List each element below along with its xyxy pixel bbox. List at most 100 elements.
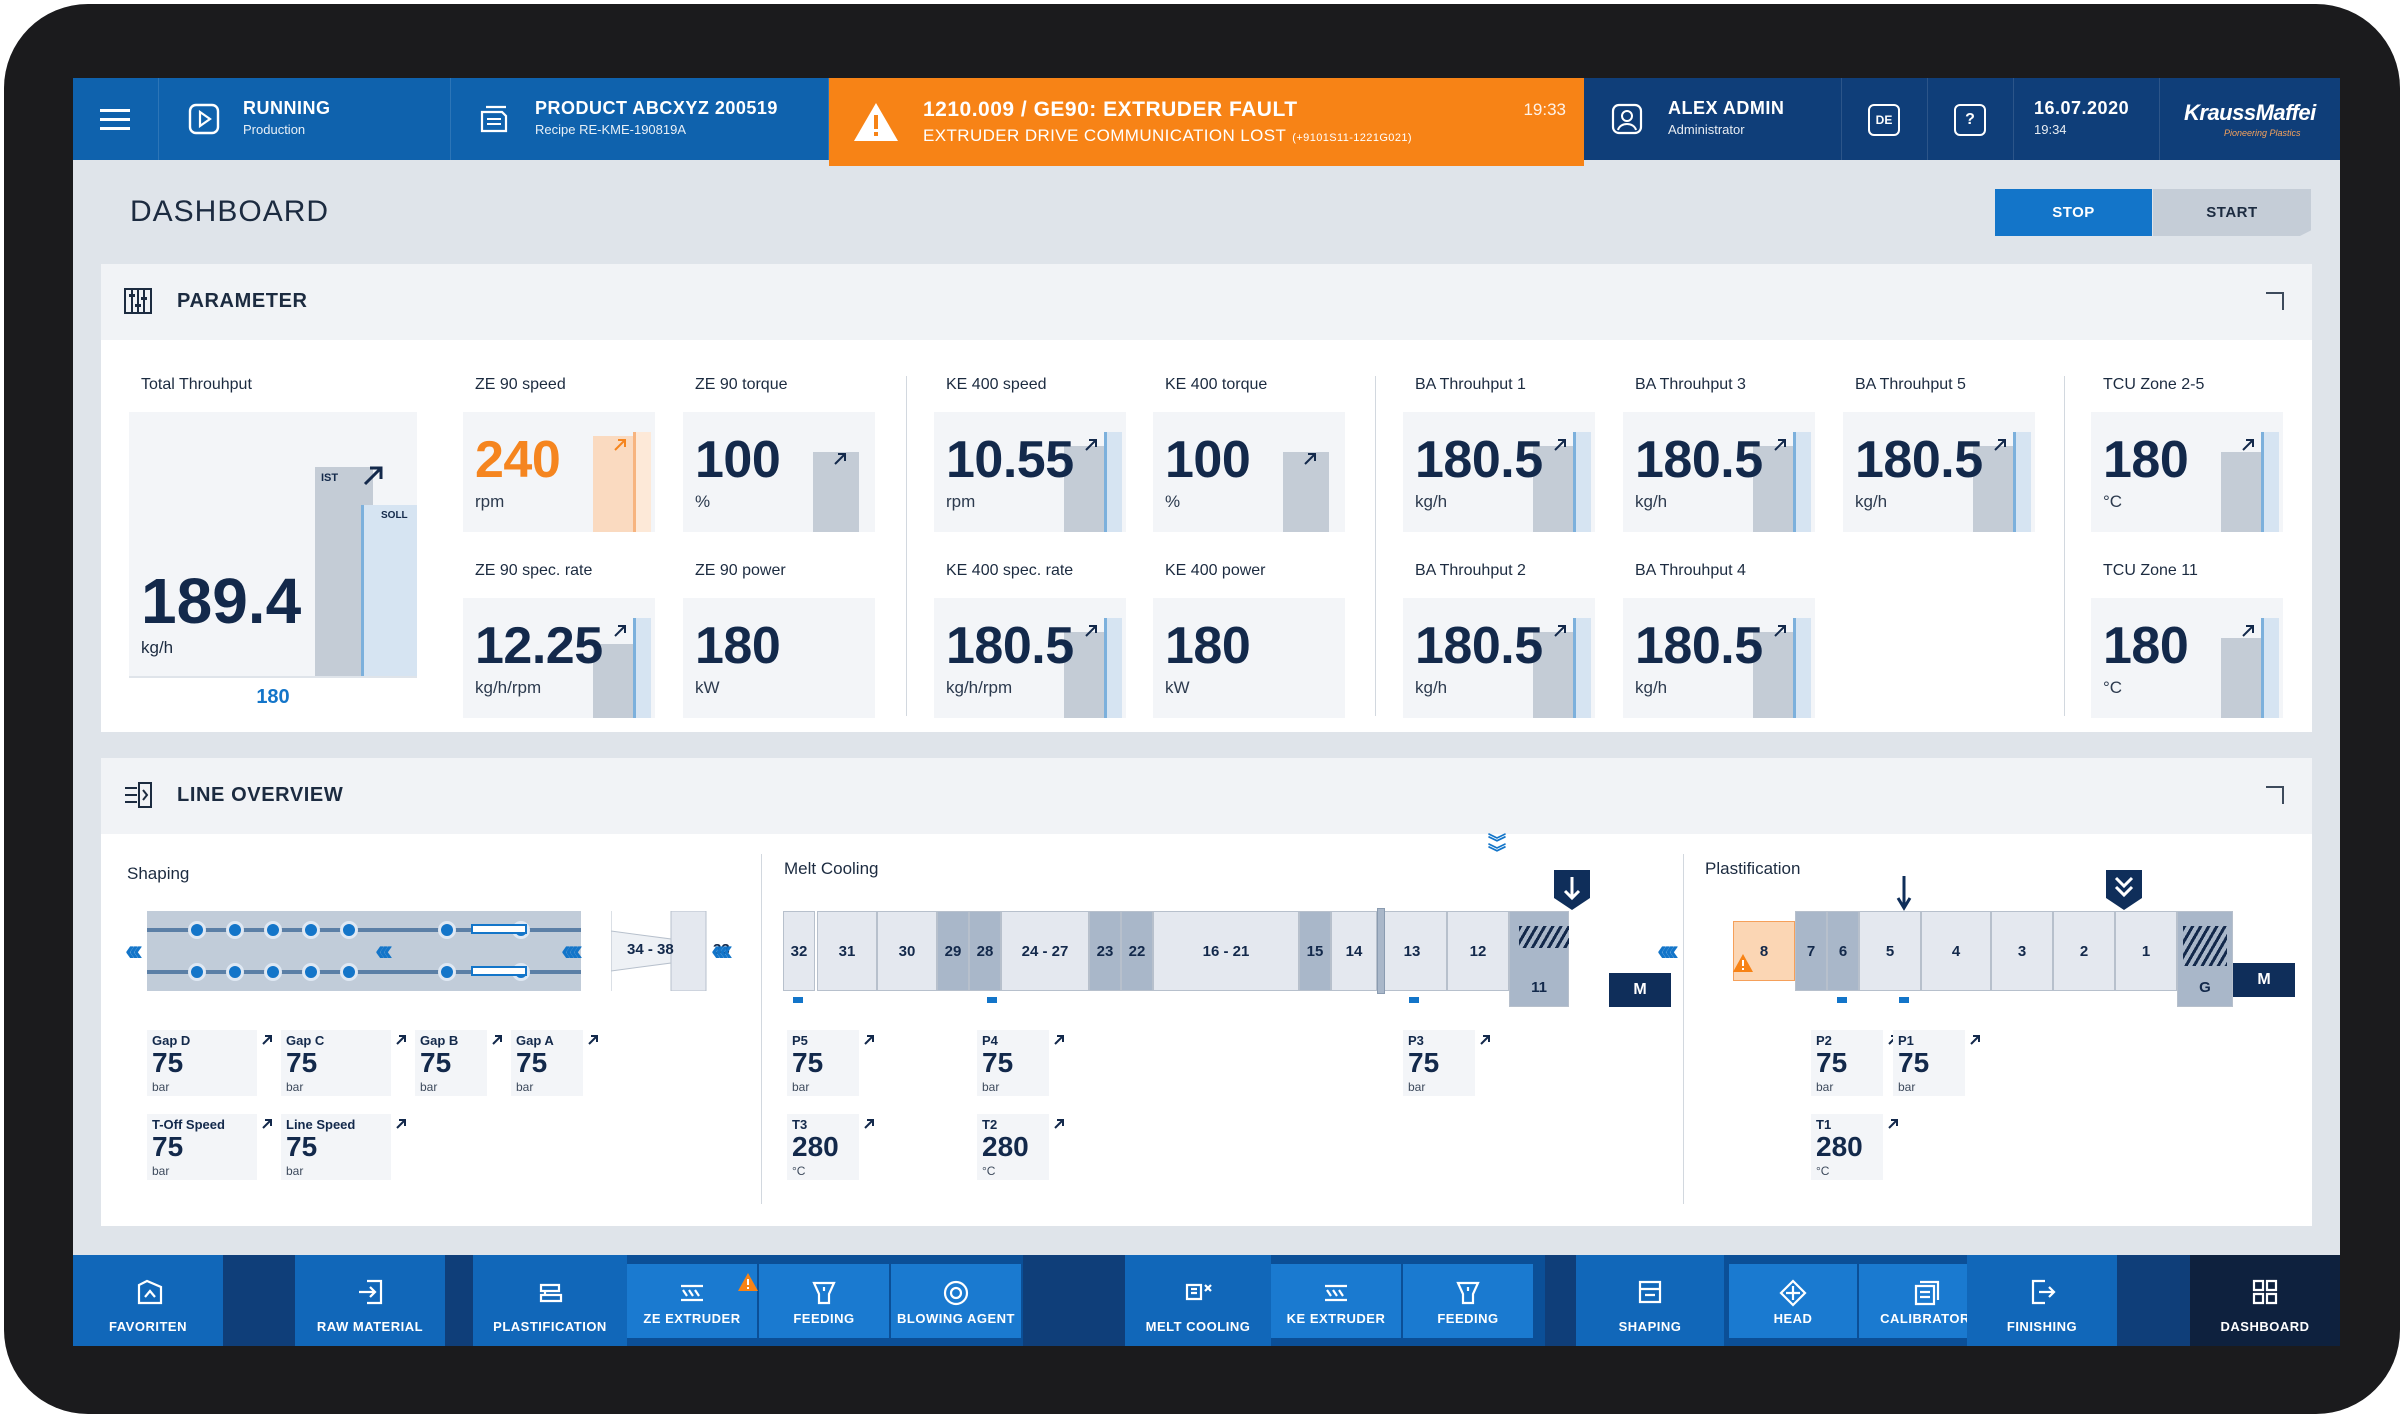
value-unit: bar: [1408, 1080, 1426, 1094]
zone-12[interactable]: 12: [1447, 911, 1509, 991]
zone-3[interactable]: 3: [1991, 911, 2053, 991]
nav-melt-cooling[interactable]: MELT COOLING: [1125, 1255, 1271, 1346]
total-throughput-tile[interactable]: IST SOLL 189.4 kg/h 180: [129, 412, 417, 716]
expand-icon[interactable]: [2266, 786, 2284, 804]
value-tile-gap-d[interactable]: Gap D 75 bar: [147, 1030, 272, 1096]
nav-raw-material[interactable]: RAW MATERIAL: [295, 1255, 445, 1346]
parameter-tile[interactable]: 180.5 kg/h: [1843, 412, 2035, 532]
dosing-arrow-icon[interactable]: [1896, 876, 1912, 912]
value-tile-p4[interactable]: P4 75 bar: [977, 1030, 1064, 1096]
zone-32[interactable]: 32: [783, 911, 815, 991]
login-icon: [359, 1279, 383, 1305]
parameter-tile[interactable]: 10.55 rpm: [934, 412, 1126, 532]
tile-value: 180: [695, 617, 781, 675]
start-button[interactable]: START: [2153, 189, 2311, 236]
zone-7[interactable]: 7: [1795, 911, 1827, 991]
value-tile-p2[interactable]: P2 75 bar: [1811, 1030, 1898, 1096]
tile-value: 180.5: [1415, 431, 1543, 489]
nav-label: FEEDING: [793, 1311, 855, 1326]
value-tile-t2[interactable]: T2 280 °C: [977, 1114, 1064, 1180]
value-tile-gap-c[interactable]: Gap C 75 bar: [281, 1030, 406, 1096]
parameter-tile[interactable]: 240 rpm: [463, 412, 655, 532]
zone-1[interactable]: 1: [2115, 911, 2177, 991]
zone-28[interactable]: 28: [969, 911, 1001, 991]
expand-icon[interactable]: [2266, 292, 2284, 310]
zone-13[interactable]: 13: [1377, 911, 1447, 991]
parameter-tile[interactable]: 180 °C: [2091, 598, 2283, 718]
zone-16-21[interactable]: 16 - 21: [1153, 911, 1299, 991]
tile-unit: kg/h: [1635, 492, 1668, 511]
tile-unit: %: [695, 492, 711, 511]
value-number: 75: [286, 1131, 318, 1162]
zone-29[interactable]: 29: [937, 911, 969, 991]
parameter-tile[interactable]: 180.5 kg/h/rpm: [934, 598, 1126, 718]
hopper-icon[interactable]: [2106, 870, 2142, 910]
zone-14[interactable]: 14: [1331, 911, 1377, 991]
zone-5[interactable]: 5: [1859, 911, 1921, 991]
alarm-banner[interactable]: 1210.009 / GE90: EXTRUDER FAULT EXTRUDER…: [829, 78, 1584, 166]
feeder-icon[interactable]: [1554, 870, 1590, 910]
trend-arrow-icon: [1994, 439, 2006, 451]
value-tile-gap-b[interactable]: Gap B 75 bar: [415, 1030, 502, 1096]
nav-feeding[interactable]: FEEDING: [759, 1264, 889, 1338]
nav-dashboard[interactable]: DASHBOARD: [2190, 1255, 2340, 1346]
value-tile-p3[interactable]: P3 75 bar: [1403, 1030, 1490, 1096]
nav-head[interactable]: HEAD: [1729, 1264, 1857, 1338]
parameter-tile[interactable]: 12.25 kg/h/rpm: [463, 598, 655, 718]
nav-label: FEEDING: [1437, 1311, 1499, 1326]
value-tile-line-speed[interactable]: Line Speed 75 bar: [281, 1114, 406, 1180]
melt-motor[interactable]: M: [1609, 973, 1671, 1007]
sensor-marker: [1837, 997, 1847, 1003]
parameter-tile[interactable]: 180 kW: [1153, 598, 1345, 718]
nav-favoriten[interactable]: FAVORITEN: [73, 1255, 223, 1346]
nav-shaping[interactable]: SHAPING: [1576, 1255, 1724, 1346]
nav-label: SHAPING: [1618, 1319, 1682, 1334]
tile-label: KE 400 torque: [1165, 376, 1268, 393]
nav-feeding[interactable]: FEEDING: [1403, 1264, 1533, 1338]
tile-label: KE 400 power: [1165, 562, 1266, 579]
nav-finishing[interactable]: FINISHING: [1967, 1255, 2117, 1346]
tile-unit: kW: [1165, 678, 1190, 697]
zone-30[interactable]: 30: [877, 911, 937, 991]
parameter-tile[interactable]: 180 °C: [2091, 412, 2283, 532]
status-cell[interactable]: RUNNING Production: [159, 78, 451, 160]
value-tile-p1[interactable]: P1 75 bar: [1893, 1030, 1980, 1096]
parameter-tile[interactable]: 100%: [1153, 412, 1345, 532]
stop-button[interactable]: STOP: [1995, 189, 2152, 236]
alarm-title: 1210.009 / GE90: EXTRUDER FAULT: [923, 98, 1298, 121]
parameter-tile[interactable]: 100%: [683, 412, 875, 532]
brand-logo: KraussMaffei Pioneering Plastics: [2160, 78, 2340, 160]
zone-15[interactable]: 15: [1299, 911, 1331, 991]
value-tile-t1[interactable]: T1 280 °C: [1811, 1114, 1898, 1180]
nav-ke-extruder[interactable]: KE EXTRUDER: [1271, 1264, 1401, 1338]
zone-2[interactable]: 2: [2053, 911, 2115, 991]
parameter-tile[interactable]: 180.5 kg/h: [1623, 598, 1815, 718]
value-tile-p5[interactable]: P5 75 bar: [787, 1030, 874, 1096]
shaping-icon: [1638, 1280, 1662, 1304]
language-button[interactable]: DE: [1842, 78, 1928, 160]
user-cell[interactable]: ALEX ADMIN Administrator: [1584, 78, 1842, 160]
zone-24-27[interactable]: 24 - 27: [1001, 911, 1089, 991]
value-tile-t-off-speed[interactable]: T-Off Speed 75 bar: [147, 1114, 272, 1180]
parameter-tile[interactable]: 180 kW: [683, 598, 875, 718]
nav-blowing-agent[interactable]: BLOWING AGENT: [891, 1264, 1021, 1338]
plast-motor[interactable]: M: [2233, 963, 2295, 997]
language-icon: DE: [1868, 104, 1900, 136]
user-name: ALEX ADMIN: [1668, 98, 1785, 118]
parameter-tile[interactable]: 180.5 kg/h: [1403, 598, 1595, 718]
zone-23[interactable]: 23: [1089, 911, 1121, 991]
help-button[interactable]: ?: [1928, 78, 2014, 160]
nav-plastification[interactable]: PLASTIFICATION: [473, 1255, 627, 1346]
zone-4[interactable]: 4: [1921, 911, 1991, 991]
value-tile-gap-a[interactable]: Gap A 75 bar: [511, 1030, 598, 1096]
parameter-tile[interactable]: 180.5 kg/h: [1403, 412, 1595, 532]
zone-31[interactable]: 31: [817, 911, 877, 991]
menu-button[interactable]: [73, 78, 159, 160]
parameter-tile[interactable]: 180.5 kg/h: [1623, 412, 1815, 532]
value-tile-t3[interactable]: T3 280 °C: [787, 1114, 874, 1180]
product-cell[interactable]: PRODUCT ABCXYZ 200519 Recipe RE-KME-1908…: [451, 78, 829, 160]
zone-6[interactable]: 6: [1827, 911, 1859, 991]
zone-22[interactable]: 22: [1121, 911, 1153, 991]
zone-warning-icon[interactable]: [1731, 952, 1755, 974]
warning-icon: [854, 103, 898, 141]
